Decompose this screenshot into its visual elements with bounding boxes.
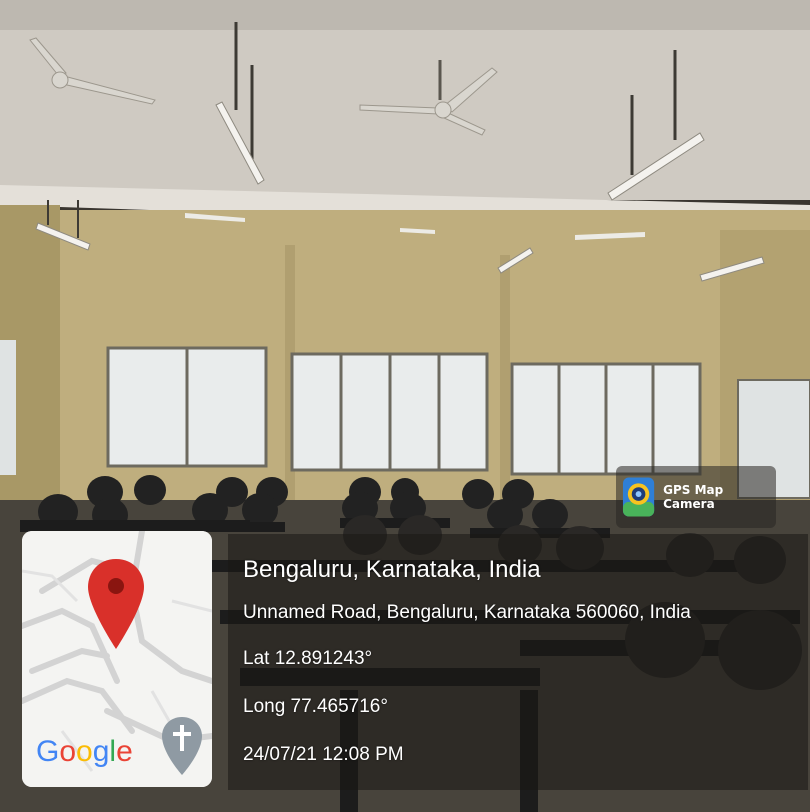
window	[290, 352, 489, 472]
window	[0, 340, 16, 475]
gps-map-camera-icon	[622, 477, 655, 517]
map-view: Google	[22, 531, 212, 787]
location-latitude: Lat 12.891243°	[243, 648, 373, 669]
google-logo: Google	[36, 735, 133, 768]
window	[510, 362, 702, 476]
app-name: GPS Map Camera	[663, 483, 724, 511]
window	[106, 346, 268, 468]
pillar	[500, 255, 510, 515]
capture-datetime: 24/07/21 12:08 PM	[243, 744, 404, 765]
ceiling-edge	[0, 0, 810, 30]
location-city: Bengaluru, Karnataka, India	[243, 556, 541, 583]
location-longitude: Long 77.465716°	[243, 696, 388, 717]
map-thumbnail[interactable]: Google	[22, 531, 212, 787]
location-address: Unnamed Road, Bengaluru, Karnataka 56006…	[243, 602, 691, 623]
gps-map-camera-badge: GPS Map Camera	[616, 466, 776, 528]
